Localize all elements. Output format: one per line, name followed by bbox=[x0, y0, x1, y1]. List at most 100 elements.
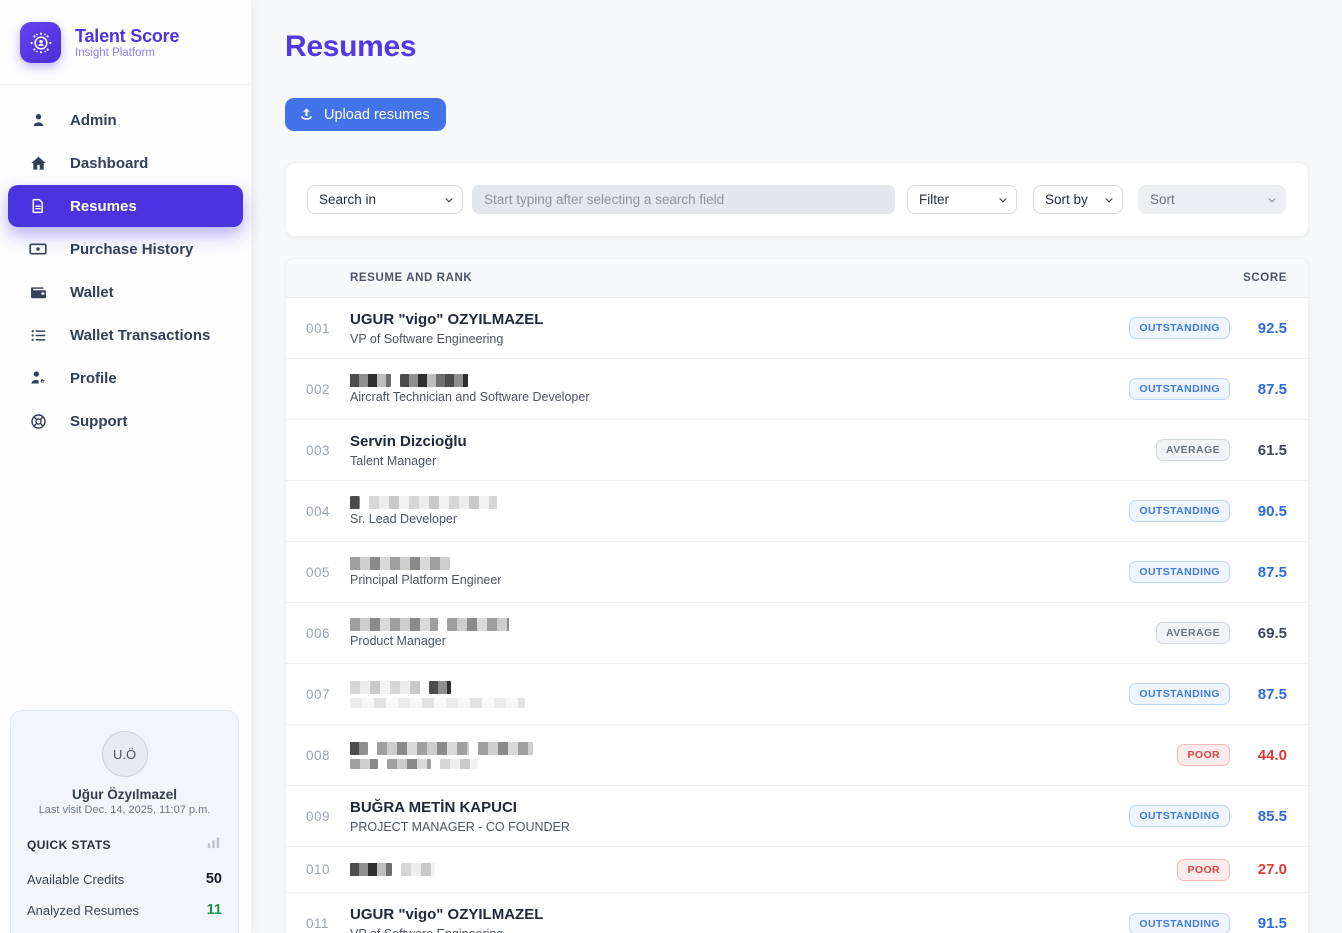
sidebar-item-label: Admin bbox=[70, 112, 117, 129]
quick-stat-row: Analyzed Resumes11 bbox=[27, 902, 222, 918]
brand[interactable]: Talent Score Insight Platform bbox=[0, 0, 251, 84]
sidebar: Talent Score Insight Platform Admin Dashb… bbox=[0, 0, 252, 933]
table-row[interactable]: 003Servin DizcioğluTalent ManagerAVERAGE… bbox=[286, 420, 1308, 481]
search-in-select-wrap: Search in bbox=[307, 185, 463, 214]
row-rank: 008 bbox=[286, 748, 350, 763]
upload-resumes-button[interactable]: Upload resumes bbox=[285, 98, 446, 131]
main-content: Resumes Upload resumes Search in Filter bbox=[252, 0, 1342, 933]
sidebar-nav: Admin Dashboard Resumes Purchase History Wal… bbox=[0, 85, 251, 442]
quick-stat-label: Available Credits bbox=[27, 872, 124, 887]
sort-select[interactable]: Sort bbox=[1138, 185, 1286, 214]
resume-job-title: Principal Platform Engineer bbox=[350, 573, 1129, 588]
sidebar-item-dashboard[interactable]: Dashboard bbox=[8, 142, 243, 184]
sidebar-item-support[interactable]: Support bbox=[8, 400, 243, 442]
user-name: Uğur Özyılmazel bbox=[27, 787, 222, 802]
resume-job-title: Product Manager bbox=[350, 634, 1156, 649]
sidebar-item-purchase-history[interactable]: Purchase History bbox=[8, 228, 243, 270]
search-input[interactable] bbox=[472, 185, 895, 214]
row-rank: 005 bbox=[286, 565, 350, 580]
score-value: 61.5 bbox=[1247, 442, 1287, 459]
column-header-resume-and-rank: RESUME AND RANK bbox=[286, 272, 1243, 284]
sidebar-item-resumes[interactable]: Resumes bbox=[8, 185, 243, 227]
table-header: RESUME AND RANK SCORE bbox=[286, 259, 1308, 298]
score-badge: AVERAGE bbox=[1156, 439, 1230, 461]
sort-by-select[interactable]: Sort by bbox=[1033, 185, 1123, 214]
redacted-name bbox=[350, 374, 1129, 387]
life-ring-icon bbox=[28, 411, 48, 431]
score-value: 87.5 bbox=[1247, 564, 1287, 581]
score-value: 69.5 bbox=[1247, 625, 1287, 642]
sidebar-item-label: Dashboard bbox=[70, 155, 148, 172]
score-badge: OUTSTANDING bbox=[1129, 805, 1230, 827]
resume-name: Servin Dizcioğlu bbox=[350, 432, 1156, 451]
score-value: 90.5 bbox=[1247, 503, 1287, 520]
table-row[interactable]: 010POOR27.0 bbox=[286, 847, 1308, 893]
redacted-name bbox=[350, 742, 1177, 755]
search-in-select[interactable]: Search in bbox=[307, 185, 463, 214]
sidebar-item-profile[interactable]: Profile bbox=[8, 357, 243, 399]
table-row[interactable]: 004Sr. Lead DeveloperOUTSTANDING 90.5 bbox=[286, 481, 1308, 542]
redacted-name bbox=[350, 681, 1129, 694]
resume-name: BUĞRA METİN KAPUCI bbox=[350, 798, 1129, 817]
list-icon bbox=[28, 325, 48, 345]
sidebar-item-label: Profile bbox=[70, 370, 117, 387]
table-row[interactable]: 006Product ManagerAVERAGE69.5 bbox=[286, 603, 1308, 664]
resume-job-title: Aircraft Technician and Software Develop… bbox=[350, 390, 1129, 405]
person-icon bbox=[28, 110, 48, 130]
brand-logo-icon bbox=[20, 22, 61, 63]
sidebar-item-label: Resumes bbox=[70, 198, 137, 215]
resume-cell: Principal Platform Engineer bbox=[350, 547, 1129, 598]
table-body: 001UGUR "vigo" OZYILMAZELVP of Software … bbox=[286, 298, 1308, 933]
bar-chart-icon bbox=[205, 834, 222, 856]
quick-stats-list: Available Credits50Analyzed Resumes11Upl… bbox=[27, 871, 222, 933]
table-row[interactable]: 001UGUR "vigo" OZYILMAZELVP of Software … bbox=[286, 298, 1308, 359]
user-last-visit: Last visit Dec. 14, 2025, 11:07 p.m. bbox=[27, 804, 222, 816]
score-badge: AVERAGE bbox=[1156, 622, 1230, 644]
quick-stats-title: QUICK STATS bbox=[27, 838, 111, 852]
sidebar-item-wallet-transactions[interactable]: Wallet Transactions bbox=[8, 314, 243, 356]
user-card: U.Ö Uğur Özyılmazel Last visit Dec. 14, … bbox=[10, 710, 239, 933]
filter-select[interactable]: Filter bbox=[907, 185, 1017, 214]
sidebar-item-wallet[interactable]: Wallet bbox=[8, 271, 243, 313]
resume-cell bbox=[350, 671, 1129, 718]
row-rank: 004 bbox=[286, 504, 350, 519]
row-rank: 002 bbox=[286, 382, 350, 397]
sidebar-item-admin[interactable]: Admin bbox=[8, 99, 243, 141]
redacted-title bbox=[350, 698, 1129, 708]
redacted-name bbox=[350, 496, 1129, 509]
resume-cell: UGUR "vigo" OZYILMAZELVP of Software Eng… bbox=[350, 895, 1129, 933]
sidebar-item-label: Purchase History bbox=[70, 241, 193, 258]
brand-title: Talent Score bbox=[75, 26, 179, 47]
score-badge: OUTSTANDING bbox=[1129, 500, 1230, 522]
quick-stat-row: Available Credits 50 bbox=[27, 871, 222, 887]
table-row[interactable]: 008POOR44.0 bbox=[286, 725, 1308, 786]
table-row[interactable]: 007OUTSTANDING87.5 bbox=[286, 664, 1308, 725]
score-badge: POOR bbox=[1177, 744, 1230, 766]
sidebar-item-label: Wallet Transactions bbox=[70, 327, 210, 344]
table-row[interactable]: 011UGUR "vigo" OZYILMAZELVP of Software … bbox=[286, 893, 1308, 933]
redacted-title bbox=[350, 759, 1177, 769]
quick-stat-value: 50 bbox=[206, 871, 222, 887]
redacted-name bbox=[350, 557, 1129, 570]
score-badge: OUTSTANDING bbox=[1129, 317, 1230, 339]
score-badge: POOR bbox=[1177, 859, 1230, 881]
score-value: 91.5 bbox=[1247, 915, 1287, 932]
resumes-table: RESUME AND RANK SCORE 001UGUR "vigo" OZY… bbox=[285, 258, 1309, 933]
document-icon bbox=[28, 196, 48, 216]
filter-bar: Search in Filter Sort by Sort bbox=[285, 162, 1309, 237]
sort-select-wrap: Sort bbox=[1138, 185, 1286, 214]
row-rank: 003 bbox=[286, 443, 350, 458]
score-value: 27.0 bbox=[1247, 861, 1287, 878]
resume-cell bbox=[350, 853, 1177, 886]
resume-job-title: Sr. Lead Developer bbox=[350, 512, 1129, 527]
table-row[interactable]: 005Principal Platform EngineerOUTSTANDIN… bbox=[286, 542, 1308, 603]
resume-name: UGUR "vigo" OZYILMAZEL bbox=[350, 310, 1129, 329]
sidebar-item-label: Wallet bbox=[70, 284, 114, 301]
page-title: Resumes bbox=[285, 30, 1309, 64]
table-row[interactable]: 002Aircraft Technician and Software Deve… bbox=[286, 359, 1308, 420]
row-rank: 011 bbox=[286, 916, 350, 931]
resume-job-title: VP of Software Engineering bbox=[350, 927, 1129, 933]
avatar: U.Ö bbox=[102, 731, 148, 777]
table-row[interactable]: 009BUĞRA METİN KAPUCIPROJECT MANAGER - C… bbox=[286, 786, 1308, 847]
score-value: 87.5 bbox=[1247, 381, 1287, 398]
